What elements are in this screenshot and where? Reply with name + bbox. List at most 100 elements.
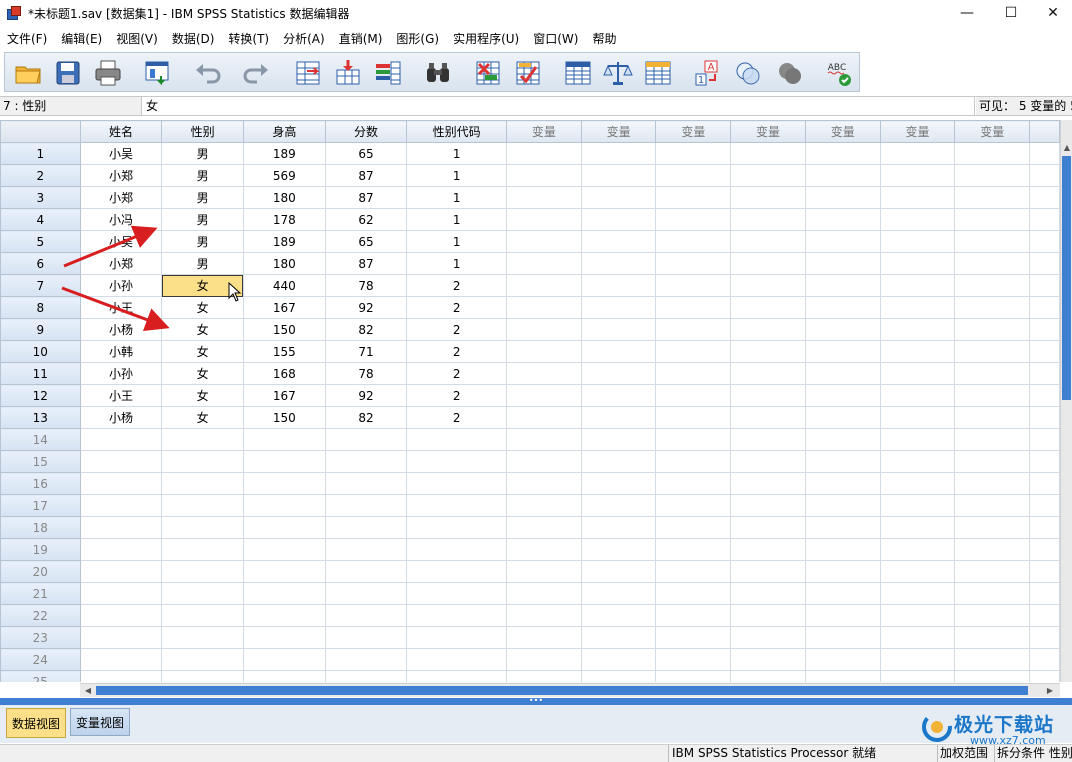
empty-cell[interactable] xyxy=(730,428,806,451)
empty-cell[interactable] xyxy=(1029,362,1060,385)
empty-cell[interactable] xyxy=(506,384,582,407)
empty-cell[interactable] xyxy=(655,472,732,495)
empty-cell[interactable] xyxy=(954,582,1031,605)
empty-cell[interactable] xyxy=(242,472,326,495)
empty-cell[interactable] xyxy=(655,340,732,363)
empty-cell[interactable] xyxy=(655,142,732,165)
empty-cell[interactable] xyxy=(879,384,956,407)
empty-cell[interactable] xyxy=(580,560,657,583)
empty-cell[interactable] xyxy=(580,340,657,363)
empty-cell[interactable] xyxy=(1029,406,1060,429)
spell-check-icon[interactable]: ABC xyxy=(823,58,853,88)
empty-cell[interactable] xyxy=(406,582,508,605)
empty-cell[interactable] xyxy=(506,164,582,187)
empty-cell[interactable] xyxy=(1029,230,1060,253)
table-cell[interactable]: 女 xyxy=(161,362,244,385)
empty-cell[interactable] xyxy=(954,318,1031,341)
redo-icon[interactable] xyxy=(241,58,271,88)
menu-file[interactable]: 文件(F) xyxy=(0,29,54,49)
empty-cell[interactable] xyxy=(242,670,326,682)
empty-cell[interactable] xyxy=(804,648,881,671)
table-cell[interactable]: 87 xyxy=(324,186,408,209)
vertical-scroll-thumb[interactable] xyxy=(1062,156,1071,400)
empty-cell[interactable] xyxy=(954,450,1031,473)
empty-cell[interactable] xyxy=(879,252,956,275)
use-sets-icon[interactable] xyxy=(733,58,763,88)
row-number[interactable]: 17 xyxy=(0,494,81,517)
empty-cell[interactable] xyxy=(879,626,956,649)
empty-cell[interactable] xyxy=(879,472,956,495)
goto-case-icon[interactable] xyxy=(293,58,323,88)
empty-cell[interactable] xyxy=(161,472,244,495)
column-header[interactable]: 性别代码 xyxy=(406,120,508,143)
horizontal-scroll-thumb[interactable] xyxy=(96,686,1028,695)
empty-cell[interactable] xyxy=(655,604,732,627)
empty-cell[interactable] xyxy=(79,428,163,451)
empty-cell[interactable] xyxy=(580,142,657,165)
empty-cell[interactable] xyxy=(506,494,582,517)
empty-cell[interactable] xyxy=(242,626,326,649)
empty-cell[interactable] xyxy=(406,560,508,583)
table-cell[interactable]: 男 xyxy=(161,142,244,165)
empty-cell[interactable] xyxy=(804,560,881,583)
empty-cell[interactable] xyxy=(506,230,582,253)
empty-cell[interactable] xyxy=(161,428,244,451)
table-cell[interactable]: 小孙 xyxy=(79,274,163,297)
empty-cell[interactable] xyxy=(879,274,956,297)
menu-direct-marketing[interactable]: 直销(M) xyxy=(332,29,390,49)
column-header-empty[interactable]: 变量 xyxy=(655,120,732,143)
empty-cell[interactable] xyxy=(506,296,582,319)
row-number[interactable]: 19 xyxy=(0,538,81,561)
empty-cell[interactable] xyxy=(161,582,244,605)
pane-splitter[interactable]: ••• xyxy=(0,697,1072,705)
table-cell[interactable]: 2 xyxy=(406,274,508,297)
empty-cell[interactable] xyxy=(242,494,326,517)
tab-variable-view[interactable]: 变量视图 xyxy=(70,708,131,736)
empty-cell[interactable] xyxy=(406,538,508,561)
table-cell[interactable]: 小孙 xyxy=(79,362,163,385)
empty-cell[interactable] xyxy=(655,670,732,682)
show-all-variables-icon[interactable] xyxy=(775,58,805,88)
empty-cell[interactable] xyxy=(324,604,408,627)
empty-cell[interactable] xyxy=(804,252,881,275)
empty-cell[interactable] xyxy=(324,450,408,473)
empty-cell[interactable] xyxy=(406,428,508,451)
undo-icon[interactable] xyxy=(193,58,223,88)
empty-cell[interactable] xyxy=(804,362,881,385)
empty-cell[interactable] xyxy=(804,384,881,407)
menu-window[interactable]: 窗口(W) xyxy=(526,29,585,49)
empty-cell[interactable] xyxy=(879,296,956,319)
empty-cell[interactable] xyxy=(580,164,657,187)
row-number[interactable]: 22 xyxy=(0,604,81,627)
empty-cell[interactable] xyxy=(1029,186,1060,209)
empty-cell[interactable] xyxy=(79,560,163,583)
empty-cell[interactable] xyxy=(879,494,956,517)
empty-cell[interactable] xyxy=(79,450,163,473)
empty-cell[interactable] xyxy=(730,208,806,231)
empty-cell[interactable] xyxy=(730,494,806,517)
empty-cell[interactable] xyxy=(1029,142,1060,165)
menu-help[interactable]: 帮助 xyxy=(585,29,623,49)
empty-cell[interactable] xyxy=(1029,296,1060,319)
table-cell[interactable]: 2 xyxy=(406,318,508,341)
goto-variable-icon[interactable] xyxy=(333,58,363,88)
cell-value-editor[interactable]: 女 xyxy=(142,97,975,115)
column-header[interactable]: 分数 xyxy=(324,120,408,143)
empty-cell[interactable] xyxy=(954,208,1031,231)
empty-cell[interactable] xyxy=(730,560,806,583)
table-cell[interactable]: 440 xyxy=(242,274,326,297)
empty-cell[interactable] xyxy=(954,274,1031,297)
empty-cell[interactable] xyxy=(730,604,806,627)
empty-cell[interactable] xyxy=(804,604,881,627)
empty-cell[interactable] xyxy=(954,252,1031,275)
empty-cell[interactable] xyxy=(324,648,408,671)
table-cell[interactable]: 87 xyxy=(324,164,408,187)
empty-cell[interactable] xyxy=(580,362,657,385)
empty-cell[interactable] xyxy=(1029,538,1060,561)
empty-cell[interactable] xyxy=(655,648,732,671)
empty-cell[interactable] xyxy=(506,538,582,561)
variables-icon[interactable] xyxy=(373,58,403,88)
table-cell[interactable]: 2 xyxy=(406,296,508,319)
empty-cell[interactable] xyxy=(1029,340,1060,363)
empty-cell[interactable] xyxy=(804,230,881,253)
